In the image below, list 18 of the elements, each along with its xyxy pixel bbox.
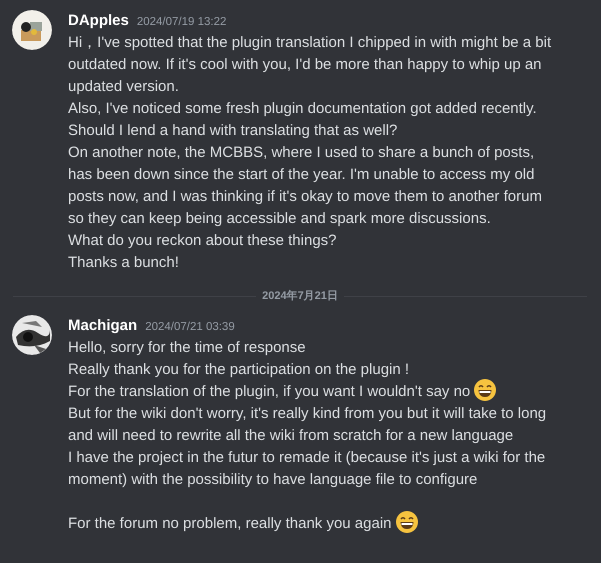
message-text: What do you reckon about these things? (68, 232, 337, 249)
date-divider: 2024年7月21日 (262, 288, 338, 304)
message-text: Really thank you for the participation on the plugin ! (68, 360, 410, 378)
message-text: Thanks a bunch! (68, 254, 179, 271)
message-text: Hello, sorry for the time of response (68, 338, 306, 356)
username[interactable]: DApples (68, 10, 129, 32)
message-text: Hi，I've spotted that the plugin translation I chipped in with might be a bit outdated now. If it's cool with you, I'd be more than happy to whip up an updated version. (68, 34, 552, 95)
timestamp: 2024/07/21 03:39 (145, 320, 235, 334)
message-text: For the forum no problem, really thank you again (68, 514, 392, 532)
username[interactable]: Machigan (68, 314, 138, 337)
message-text: I have the project in the futur to remade it (because it's just a wiki for the moment) with the possibility to have language file to configure (68, 448, 546, 488)
avatar[interactable] (12, 10, 52, 50)
message-text: But for the wiki don't worry, it's really kind from you but it will take to long and will need to rewrite all the wiki from scratch for a new language (68, 404, 546, 444)
message-text: For the translation of the plugin, if you want I wouldn't say no (68, 382, 470, 400)
message-text: On another note, the MCBBS, where I used to share a bunch of posts, has been down since the start of the year. I'm unable to access my old posts now, and I was thinking if it's okay to move them to another forum so they can keep being accessible and spark more discussions. (68, 144, 542, 227)
avatar[interactable] (12, 314, 52, 354)
timestamp: 2024/07/19 13:22 (136, 15, 226, 30)
message-text: Also, I've noticed some fresh plugin documentation got added recently. Should I lend a hand with translating that as well? (68, 100, 537, 139)
